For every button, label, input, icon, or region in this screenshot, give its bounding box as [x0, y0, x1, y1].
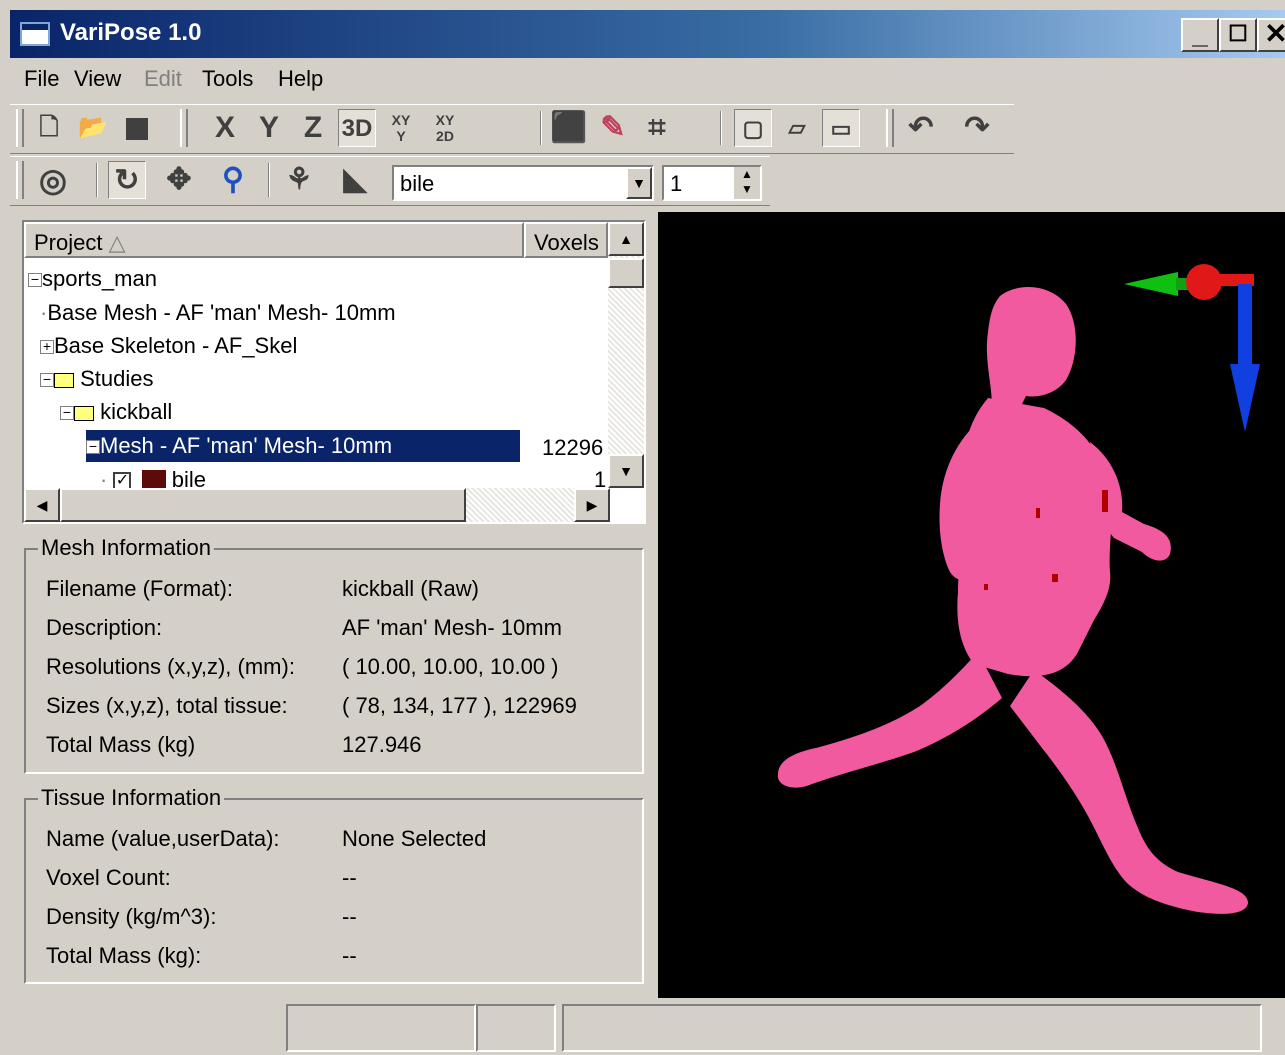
body-mesh-render	[777, 264, 1260, 914]
paint-brush-icon[interactable]: ✎	[594, 109, 632, 147]
field-label: Name (value,userData):	[46, 826, 280, 851]
field-label: Voxel Count:	[46, 865, 171, 890]
menu-help[interactable]: Help	[278, 66, 323, 92]
toolbar-grip[interactable]	[16, 161, 24, 199]
wire-cube-icon[interactable]: ⌗	[638, 109, 676, 147]
column-header-project[interactable]: Project △	[24, 222, 524, 258]
minimize-button[interactable]: _	[1181, 18, 1219, 52]
rotate-icon[interactable]: ↻	[108, 161, 146, 199]
field-label: Sizes (x,y,z), total tissue:	[46, 693, 288, 718]
tree-horizontal-scrollbar[interactable]: ◀ ▶	[24, 488, 610, 522]
field-value: 127.946	[342, 732, 422, 757]
column-header-voxels[interactable]: Voxels	[524, 222, 608, 258]
menu-file[interactable]: File	[24, 66, 59, 92]
skeleton-icon[interactable]: ⚘	[280, 161, 318, 199]
scroll-down-icon[interactable]: ▼	[608, 454, 644, 488]
scroll-right-icon[interactable]: ▶	[574, 488, 610, 522]
tissue-select[interactable]: bile ▼	[392, 165, 654, 201]
close-button[interactable]: ✕	[1257, 18, 1285, 52]
field-label: Resolutions (x,y,z), (mm):	[46, 654, 295, 679]
orientation-axes-icon	[1124, 264, 1260, 432]
chevron-down-icon[interactable]: ▼	[626, 167, 652, 199]
open-folder-icon[interactable]: 📂	[74, 109, 112, 147]
new-file-icon[interactable]: 🗋	[30, 109, 68, 147]
field-label: Total Mass (kg)	[46, 732, 196, 757]
menu-bar: File View Edit Tools Help	[10, 60, 1285, 98]
tree-vertical-scrollbar[interactable]: ▲ ▼	[608, 222, 644, 488]
field-value: ( 10.00, 10.00, 10.00 )	[342, 654, 559, 679]
menu-tools[interactable]: Tools	[202, 66, 253, 92]
toolbar-grip[interactable]	[180, 109, 188, 147]
target-icon[interactable]: ◎	[34, 161, 72, 199]
undo-icon[interactable]: ↶	[902, 109, 940, 147]
view-y-button[interactable]: Y	[250, 109, 288, 147]
main-toolbar: 🗋 📂 X Y Z 3D XY Y XY 2D ⬛ ✎ ⌗ ▢ ▱ ▭ ↶ ↷	[10, 104, 1014, 154]
redo-icon[interactable]: ↷	[958, 109, 996, 147]
field-label: Total Mass (kg):	[46, 943, 202, 968]
maximize-button[interactable]: ☐	[1219, 18, 1257, 52]
voxel-count: 12296	[542, 435, 604, 460]
scroll-thumb[interactable]	[608, 258, 644, 288]
tree-row[interactable]: − sports_man	[28, 266, 157, 292]
view-xy-icon[interactable]: XY Y	[382, 109, 420, 150]
tissue-information-group: Tissue Information Name (value,userData)…	[24, 785, 644, 984]
slice-y-icon[interactable]: ▱	[778, 109, 816, 147]
app-icon	[20, 22, 50, 46]
navigation-toolbar: ◎ ↻ ✥ ⚲ ⚘ ◣	[10, 156, 770, 206]
project-tree[interactable]: Project △ Voxels − sports_man ·Base Mesh …	[22, 220, 646, 524]
tissue-select-value: bile	[400, 171, 435, 196]
tree-row[interactable]: − kickball	[60, 399, 172, 425]
scroll-up-icon[interactable]: ▲	[608, 222, 644, 256]
toolbar-grip[interactable]	[886, 109, 894, 147]
zoom-icon[interactable]: ⚲	[214, 161, 252, 199]
status-pane-3	[562, 1004, 1262, 1052]
folder-icon	[54, 372, 74, 388]
mesh-information-title: Mesh Information	[38, 535, 214, 561]
field-value: ( 78, 134, 177 ), 122969	[342, 693, 577, 718]
field-value: --	[342, 865, 357, 890]
scroll-left-icon[interactable]: ◀	[24, 488, 60, 522]
field-value: AF 'man' Mesh- 10mm	[342, 615, 562, 640]
field-label: Density (kg/m^3):	[46, 904, 217, 929]
title-bar[interactable]: VariPose 1.0 _ ☐ ✕	[10, 10, 1285, 58]
tree-row[interactable]: − Studies	[40, 366, 154, 392]
tissue-information-title: Tissue Information	[38, 785, 225, 811]
view-z-button[interactable]: Z	[294, 109, 332, 147]
tree-row[interactable]: + Base Skeleton - AF_Skel	[40, 333, 297, 359]
toolbar-grip[interactable]	[16, 109, 24, 147]
field-label: Filename (Format):	[46, 576, 234, 601]
value-spinner[interactable]: 1 ▲ ▼	[662, 165, 762, 201]
mesh-information-group: Mesh Information Filename (Format): kick…	[24, 535, 644, 774]
field-label: Description:	[46, 615, 163, 640]
slice-z-icon[interactable]: ▭	[822, 109, 860, 147]
spinner-arrows-icon[interactable]: ▲ ▼	[734, 167, 760, 199]
pan-icon[interactable]: ✥	[160, 161, 198, 199]
3d-viewport[interactable]	[658, 212, 1285, 998]
menu-edit[interactable]: Edit	[144, 66, 182, 92]
spinner-value: 1	[670, 171, 683, 196]
field-value: --	[342, 904, 357, 929]
tree-row[interactable]: ·Base Mesh - AF 'man' Mesh- 10mm	[40, 300, 396, 326]
stop-icon[interactable]	[118, 109, 156, 147]
status-pane-2	[476, 1004, 556, 1052]
view-x-button[interactable]: X	[206, 109, 244, 147]
status-pane-1	[286, 1004, 476, 1052]
folder-icon	[74, 405, 94, 421]
scroll-thumb[interactable]	[60, 488, 466, 522]
field-value: --	[342, 943, 357, 968]
view-3d-button[interactable]: 3D	[338, 109, 376, 147]
select-pointer-icon[interactable]: ◣	[336, 161, 374, 199]
field-value: kickball (Raw)	[342, 576, 479, 601]
menu-view[interactable]: View	[74, 66, 121, 92]
solid-cube-icon[interactable]: ⬛	[550, 109, 588, 147]
tree-row-selected[interactable]: − Mesh - AF 'man' Mesh- 10mm	[86, 430, 520, 462]
slice-x-icon[interactable]: ▢	[734, 109, 772, 147]
window-title: VariPose 1.0	[60, 19, 202, 46]
view-xy-2d-icon[interactable]: XY 2D	[426, 109, 464, 150]
field-value: None Selected	[342, 826, 487, 851]
